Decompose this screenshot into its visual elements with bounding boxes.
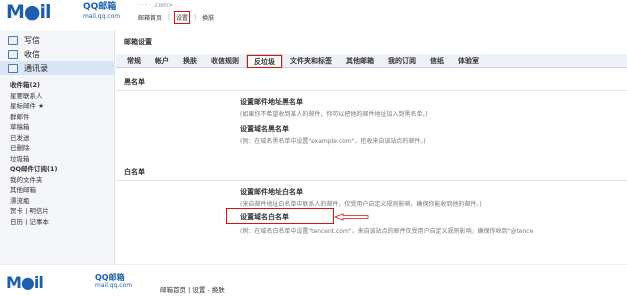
header-nav: 邮箱首页 | 设置 | 换肤 [138,11,214,24]
folder-group-mail[interactable]: 群邮件 [10,112,104,123]
sidebar: 写信 收信 通讯录 收件箱(2) 星要联系人 星标邮件 ★ 群邮件 草稿箱 已发… [0,30,115,264]
receive-label: 收信 [24,49,40,59]
folder-inbox[interactable]: 收件箱(2) [10,80,104,91]
pencil-icon [8,35,18,45]
highlight-box [226,208,334,224]
settings-panel: 邮箱设置 常规 帐户 换肤 收信规则 反垃圾 文件夹和标签 其他邮箱 我的订阅 … [116,30,627,264]
folder-vip-contacts[interactable]: 星要联系人 [10,91,104,102]
app-drift-bottle[interactable]: 漂流瓶 [10,196,104,207]
tab-subscriptions[interactable]: 我的订阅 [381,54,423,68]
nav-skin[interactable]: 换肤 [202,13,214,22]
tab-general[interactable]: 常规 [120,54,148,68]
logo-chinese-name: QQ邮箱 [83,2,117,12]
whitelist-address-desc: (来自邮件地址白名单中联系人的邮件，仅受用户自定义规则影响，确保你能收到他的邮件… [240,201,482,208]
folder-other-mailboxes[interactable]: 其他邮箱 [10,185,104,196]
app-cards[interactable]: 贺卡 | 明信片 [10,206,104,217]
receive-button[interactable]: 收信 [8,47,106,61]
logo-url-repeat: mail.qq.com [95,282,133,289]
settings-tabs: 常规 帐户 换肤 收信规则 反垃圾 文件夹和标签 其他邮箱 我的订阅 信纸 体验… [116,54,627,69]
folder-drafts[interactable]: 草稿箱 [10,122,104,133]
address-book-icon [8,63,18,73]
top-header: M●il QQ邮箱 mail.qq.com · · · · .com> 邮箱首页… [0,0,627,30]
folder-my-folders[interactable]: 我的文件夹 [10,175,104,186]
folder-spam[interactable]: 垃圾箱 [10,154,104,165]
tab-anti-spam[interactable]: 反垃圾 [246,54,283,69]
tab-folders-labels[interactable]: 文件夹和标签 [283,54,339,68]
logo-url: mail.qq.com [83,13,121,20]
blacklist-address-link[interactable]: 设置邮件地址黑名单 [240,97,303,107]
left-arrow-icon [334,213,369,221]
nav-mail-home[interactable]: 邮箱首页 [138,13,162,22]
blacklist-address-desc: (如果你不希望收到某人的邮件，你可以把他的邮件地址加入到黑名单。) [240,111,428,118]
repeat-header-strip: M●il QQ邮箱 mail.qq.com 邮箱首页 | 设置 - 换肤 [0,264,627,296]
whitelist-domain-desc: (例：在域名白名单中设置"tencent.com"，来自该站点的邮件仅受用户自定… [240,228,534,235]
inbox-icon [8,49,18,59]
folder-starred[interactable]: 星标邮件 ★ [10,101,104,112]
folder-subscriptions[interactable]: QQ邮件订阅(1) [10,164,104,175]
tab-skin[interactable]: 换肤 [176,54,204,68]
nav-settings[interactable]: 设置 [174,11,191,24]
blacklist-heading: 黑名单 [116,77,627,91]
compose-label: 写信 [24,35,40,45]
app-calendar[interactable]: 日历 | 记事本 [10,217,104,228]
qqmail-logo-repeat[interactable]: M●il [6,273,44,293]
blacklist-domain-link[interactable]: 设置域名黑名单 [240,124,289,134]
nav-separator: | [194,14,197,21]
tab-accounts[interactable]: 帐户 [148,54,176,68]
compose-button[interactable]: 写信 [8,33,106,47]
folder-list: 收件箱(2) 星要联系人 星标邮件 ★ 群邮件 草稿箱 已发送 已删除 垃圾箱 … [0,78,114,229]
contacts-label: 通讯录 [24,63,48,73]
user-address: · · · · .com> [138,2,174,9]
folder-deleted[interactable]: 已删除 [10,143,104,154]
qqmail-logo[interactable]: M●il [6,2,52,22]
page-title: 邮箱设置 [124,38,152,46]
tab-filter-rules[interactable]: 收信规则 [204,54,246,68]
footer-nav[interactable]: 邮箱首页 | 设置 - 换肤 [160,284,225,294]
tab-stationery[interactable]: 信纸 [423,54,451,68]
folder-sent[interactable]: 已发送 [10,133,104,144]
nav-separator: | [168,14,171,21]
blacklist-domain-desc: (例：在域名黑名单中设置"example.com"，拒收来自该站点的邮件。) [240,138,426,145]
tab-other-mailboxes[interactable]: 其他邮箱 [339,54,381,68]
whitelist-heading: 白名单 [116,167,627,181]
tab-labs[interactable]: 体验室 [451,54,486,68]
whitelist-address-link[interactable]: 设置邮件地址白名单 [240,187,303,197]
contacts-button[interactable]: 通讯录 [0,61,114,75]
